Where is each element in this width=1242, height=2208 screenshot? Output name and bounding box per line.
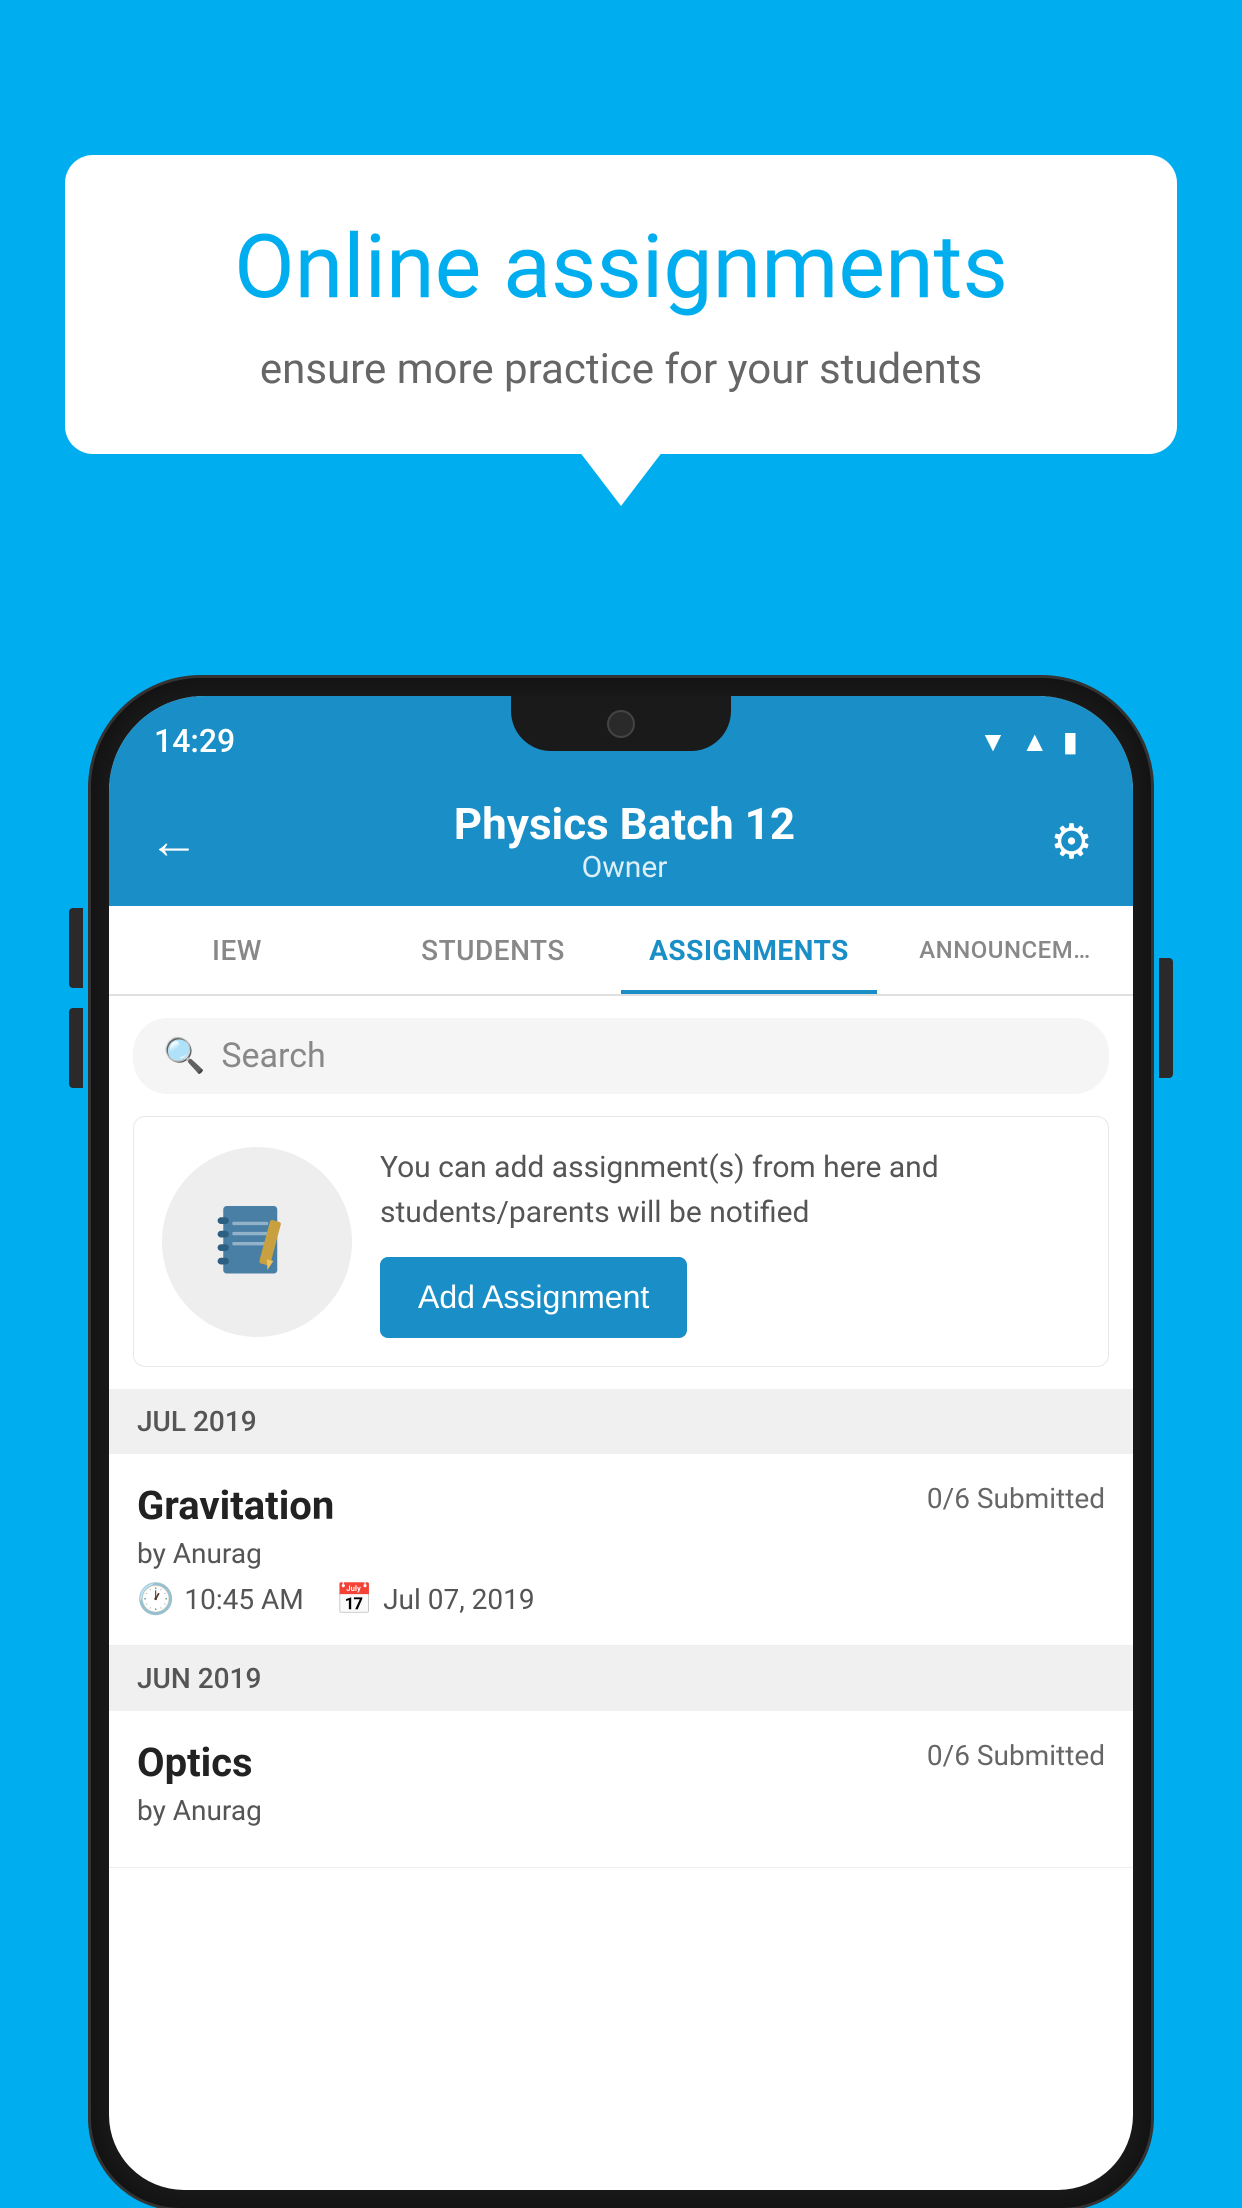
tab-students[interactable]: STUDENTS — [365, 906, 621, 994]
assignment-top-optics: Optics 0/6 Submitted — [137, 1739, 1105, 1786]
section-header-jun: JUN 2019 — [109, 1646, 1133, 1711]
status-time: 14:29 — [154, 722, 235, 760]
volume-up-button[interactable] — [69, 908, 83, 988]
battery-icon: ▮ — [1063, 725, 1078, 758]
wifi-icon: ▼ — [979, 725, 1007, 758]
tab-announcements[interactable]: ANNOUNCEM… — [877, 906, 1133, 994]
search-input[interactable]: Search — [221, 1036, 325, 1076]
power-button[interactable] — [1159, 958, 1173, 1078]
app-bar-title: Physics Batch 12 — [199, 798, 1050, 850]
settings-button[interactable]: ⚙ — [1050, 813, 1093, 870]
phone-notch — [511, 696, 731, 751]
app-bar: ← Physics Batch 12 Owner ⚙ — [109, 776, 1133, 906]
promo-icon-circle — [162, 1147, 352, 1337]
speech-bubble: Online assignments ensure more practice … — [65, 155, 1177, 454]
signal-icon: ▲ — [1021, 725, 1049, 758]
assignment-item-optics[interactable]: Optics 0/6 Submitted by Anurag — [109, 1711, 1133, 1868]
section-header-jul: JUL 2019 — [109, 1389, 1133, 1454]
promo-description: You can add assignment(s) from here and … — [380, 1145, 1080, 1235]
back-button[interactable]: ← — [149, 812, 199, 871]
bubble-title: Online assignments — [135, 220, 1107, 317]
search-bar[interactable]: 🔍 Search — [133, 1018, 1109, 1094]
search-icon: 🔍 — [163, 1036, 205, 1076]
promo-card: You can add assignment(s) from here and … — [133, 1116, 1109, 1367]
phone-screen: 14:29 ▼ ▲ ▮ ← Physics Batch 12 Owner ⚙ I… — [109, 696, 1133, 2190]
assignment-top: Gravitation 0/6 Submitted — [137, 1482, 1105, 1529]
assignment-time-gravitation: 🕐 10:45 AM — [137, 1582, 304, 1617]
clock-icon: 🕐 — [137, 1582, 174, 1617]
bubble-subtitle: ensure more practice for your students — [135, 345, 1107, 394]
assignment-item-gravitation[interactable]: Gravitation 0/6 Submitted by Anurag 🕐 10… — [109, 1454, 1133, 1646]
assignment-submitted-gravitation: 0/6 Submitted — [927, 1482, 1105, 1515]
content-area: 🔍 Search — [109, 996, 1133, 1868]
assignment-meta-gravitation: 🕐 10:45 AM 📅 Jul 07, 2019 — [137, 1582, 1105, 1617]
calendar-icon: 📅 — [336, 1582, 373, 1617]
speech-bubble-container: Online assignments ensure more practice … — [65, 155, 1177, 454]
phone-frame: 14:29 ▼ ▲ ▮ ← Physics Batch 12 Owner ⚙ I… — [91, 678, 1151, 2208]
tab-iew[interactable]: IEW — [109, 906, 365, 994]
status-icons: ▼ ▲ ▮ — [979, 725, 1078, 758]
tabs-bar: IEW STUDENTS ASSIGNMENTS ANNOUNCEM… — [109, 906, 1133, 996]
assignment-title-optics: Optics — [137, 1739, 253, 1786]
assignment-by-gravitation: by Anurag — [137, 1537, 1105, 1570]
assignment-title-gravitation: Gravitation — [137, 1482, 334, 1529]
notebook-icon — [212, 1197, 302, 1287]
assignment-submitted-optics: 0/6 Submitted — [927, 1739, 1105, 1772]
promo-text-area: You can add assignment(s) from here and … — [380, 1145, 1080, 1338]
app-bar-subtitle: Owner — [199, 850, 1050, 885]
front-camera — [607, 710, 635, 738]
assignment-by-optics: by Anurag — [137, 1794, 1105, 1827]
tab-assignments[interactable]: ASSIGNMENTS — [621, 906, 877, 994]
add-assignment-button[interactable]: Add Assignment — [380, 1257, 687, 1338]
volume-down-button[interactable] — [69, 1008, 83, 1088]
assignment-date-gravitation: 📅 Jul 07, 2019 — [336, 1582, 535, 1617]
app-bar-title-section: Physics Batch 12 Owner — [199, 798, 1050, 885]
